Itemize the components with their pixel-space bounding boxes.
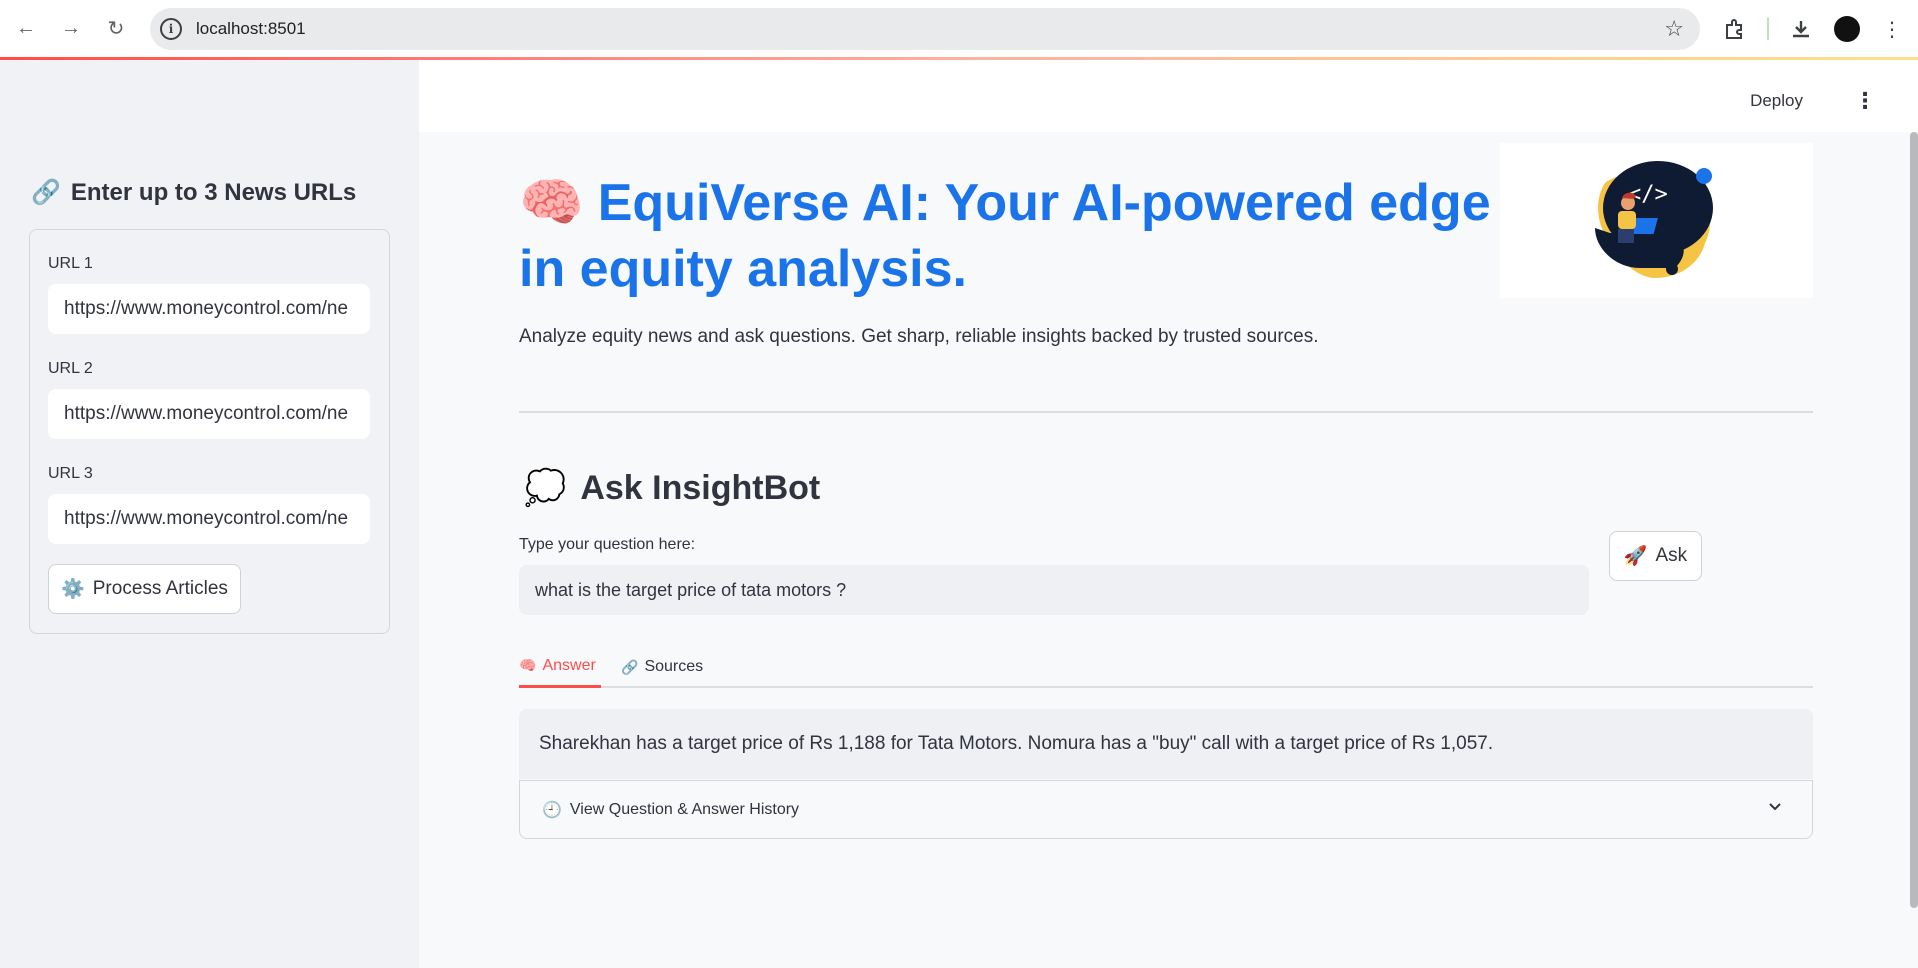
tab-sources-label: Sources xyxy=(644,658,704,675)
section-divider xyxy=(519,411,1813,413)
history-expander[interactable]: 🕘 View Question & Answer History xyxy=(519,780,1813,839)
url-3-input[interactable]: https://www.moneycontrol.com/ne xyxy=(48,494,370,544)
sidebar: 🔗 Enter up to 3 News URLs URL 1 https://… xyxy=(0,60,419,968)
rocket-icon: 🚀 xyxy=(1623,546,1648,567)
toolbar-divider xyxy=(1767,18,1769,40)
url-1-input[interactable]: https://www.moneycontrol.com/ne xyxy=(48,284,370,334)
brain-icon: 🧠 xyxy=(519,657,537,673)
url-2-label: URL 2 xyxy=(48,360,93,377)
site-info-icon[interactable]: i xyxy=(160,18,182,40)
tab-sources[interactable]: 🔗 Sources xyxy=(621,648,703,688)
sidebar-title-text: Enter up to 3 News URLs xyxy=(70,178,357,206)
page-subtitle: Analyze equity news and ask questions. G… xyxy=(519,326,1319,347)
result-tabs: 🧠 Answer 🔗 Sources xyxy=(519,648,1813,688)
question-input[interactable]: what is the target price of tata motors … xyxy=(519,565,1589,615)
forward-icon[interactable]: → xyxy=(55,12,87,44)
scrollbar[interactable] xyxy=(1910,132,1918,908)
ask-button-label: Ask xyxy=(1655,545,1688,566)
question-label: Type your question here: xyxy=(519,536,696,553)
browser-toolbar: ← → ↻ i localhost:8501 ☆ ⋮ xyxy=(0,0,1918,58)
bookmark-star-icon[interactable]: ☆ xyxy=(1664,16,1684,42)
reload-icon[interactable]: ↻ xyxy=(100,12,132,44)
tab-answer[interactable]: 🧠 Answer xyxy=(519,648,601,688)
back-icon[interactable]: ← xyxy=(10,12,42,44)
main-content: Deploy ⋮ 🧠 EquiVerse AI: Your AI-powered … xyxy=(419,60,1918,968)
deploy-button[interactable]: Deploy xyxy=(1750,91,1803,111)
address-bar[interactable]: i localhost:8501 ☆ xyxy=(150,8,1700,50)
sidebar-title: 🔗 Enter up to 3 News URLs xyxy=(31,178,356,207)
answer-text: Sharekhan has a target price of Rs 1,188… xyxy=(519,709,1813,779)
speech-bubble-icon: 💭 xyxy=(524,469,567,507)
ask-title-text: Ask InsightBot xyxy=(580,468,821,507)
chevron-down-icon[interactable] xyxy=(1768,799,1782,816)
ask-section-title: 💭 Ask InsightBot xyxy=(524,468,820,508)
tab-answer-label: Answer xyxy=(542,656,596,674)
kebab-menu-icon[interactable]: ⋮ xyxy=(1854,88,1876,114)
download-icon[interactable] xyxy=(1786,14,1816,44)
hero-illustration: </> xyxy=(1500,143,1813,298)
clock-icon: 🕘 xyxy=(542,801,562,819)
brain-icon: 🧠 xyxy=(519,174,584,232)
url-form: URL 1 https://www.moneycontrol.com/ne UR… xyxy=(29,229,390,634)
profile-avatar[interactable] xyxy=(1834,16,1860,42)
url-2-input[interactable]: https://www.moneycontrol.com/ne xyxy=(48,389,370,439)
extensions-icon[interactable] xyxy=(1720,14,1750,44)
link-icon: 🔗 xyxy=(31,179,61,206)
link-icon: 🔗 xyxy=(621,658,639,675)
app-header: Deploy ⋮ xyxy=(419,60,1918,132)
page-title: 🧠 EquiVerse AI: Your AI-powered edge in e… xyxy=(519,170,1519,302)
address-text[interactable]: localhost:8501 xyxy=(196,19,306,39)
ask-button[interactable]: 🚀 Ask xyxy=(1609,531,1702,581)
page-title-text: EquiVerse AI: Your AI-powered edge in eq… xyxy=(519,174,1491,298)
process-articles-button[interactable]: ⚙️ Process Articles xyxy=(48,564,241,614)
browser-menu-icon[interactable]: ⋮ xyxy=(1877,14,1907,44)
url-3-label: URL 3 xyxy=(48,465,93,482)
url-1-label: URL 1 xyxy=(48,255,93,272)
history-label: View Question & Answer History xyxy=(569,800,800,818)
process-button-label: Process Articles xyxy=(92,578,228,599)
gear-icon: ⚙️ xyxy=(61,579,85,600)
